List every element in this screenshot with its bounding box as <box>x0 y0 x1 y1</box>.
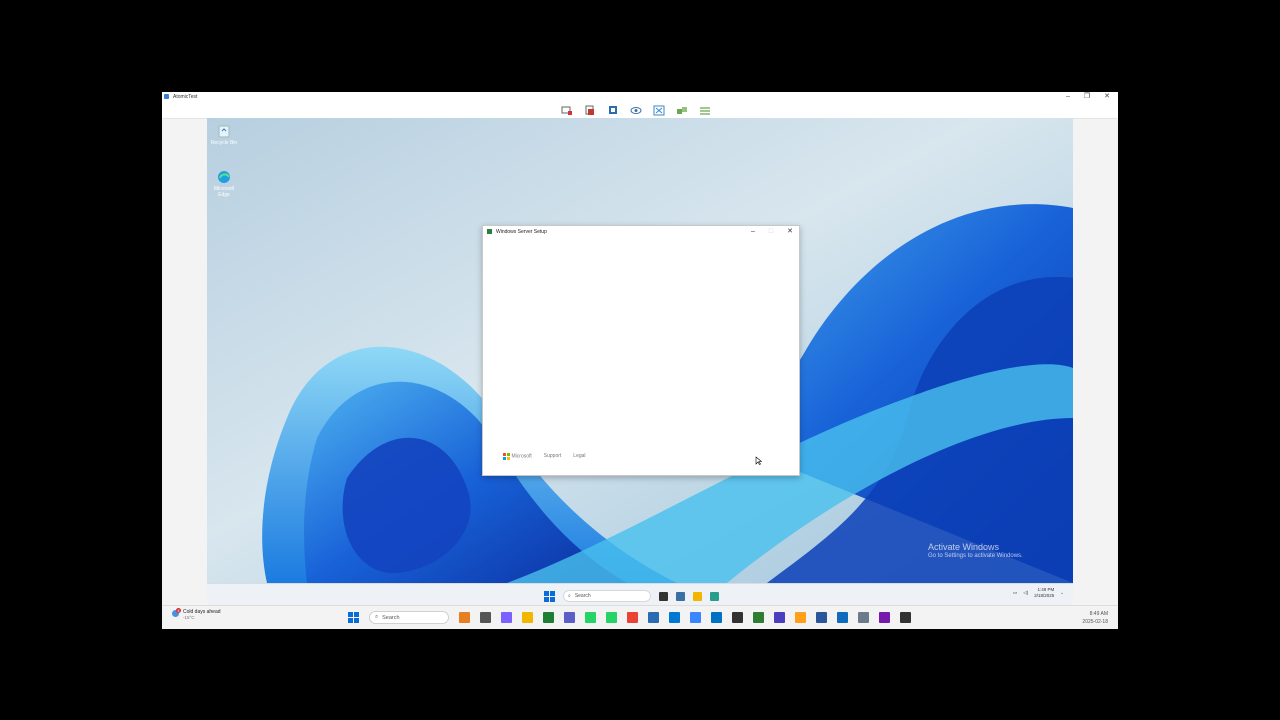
taskbar-app-icon[interactable] <box>879 612 890 623</box>
recycle-bin-icon <box>217 124 231 138</box>
activate-title: Activate Windows <box>928 542 1000 552</box>
taskbar-app-icon[interactable] <box>690 612 701 623</box>
host-clock[interactable]: 8:49 AM 2025-02-18 <box>1082 610 1108 626</box>
setup-maximize-button: □ <box>768 228 774 235</box>
search-icon: ⌕ <box>568 593 571 599</box>
edge-icon <box>217 170 231 184</box>
microsoft-label: Microsoft <box>511 453 532 460</box>
settings-icon[interactable] <box>698 104 711 116</box>
host-time: 8:49 AM <box>1089 611 1108 617</box>
taskbar-app-icon[interactable] <box>459 612 470 623</box>
host-search-box[interactable]: ⌕ Search <box>369 611 449 624</box>
weather-widget[interactable]: 4 Cold days ahead -15°C <box>172 608 221 620</box>
search-icon: ⌕ <box>375 614 379 620</box>
taskbar-app-icon[interactable] <box>711 612 722 623</box>
host-start-button[interactable] <box>348 612 359 623</box>
taskbar-app-icon[interactable] <box>564 612 575 623</box>
desktop-icon-label: Recycle Bin <box>210 140 238 146</box>
notification-icon[interactable]: ◔ <box>1060 591 1063 596</box>
setup-minimize-button[interactable]: – <box>751 226 755 238</box>
vm-screen: Recycle Bin Microsoft Edge Windows Serve… <box>207 118 1073 608</box>
volume-icon[interactable]: ◁) <box>1023 590 1028 596</box>
checkpoint-icon[interactable] <box>606 104 619 116</box>
desktop-icon-label: Microsoft Edge <box>213 186 235 198</box>
desktop-icon-edge[interactable]: Microsoft Edge <box>209 170 239 198</box>
setup-title: Windows Server Setup <box>496 229 547 235</box>
support-link[interactable]: Support <box>544 453 562 459</box>
host-taskbar: 4 Cold days ahead -15°C ⌕ Search 8:49 AM… <box>162 605 1118 629</box>
taskbar-app-icon[interactable] <box>900 612 911 623</box>
vm-search-placeholder: Search <box>574 593 591 599</box>
vm-date: 2/18/2025 <box>1034 593 1055 598</box>
taskbar-app-icon[interactable] <box>669 612 680 623</box>
desktop-icon-recycle-bin[interactable]: Recycle Bin <box>209 124 239 146</box>
taskbar-app-icon[interactable] <box>753 612 764 623</box>
activate-subtitle: Go to Settings to activate Windows. <box>928 553 1023 559</box>
taskbar-app-icon[interactable] <box>732 612 743 623</box>
app-icon <box>164 94 169 99</box>
task-view-icon[interactable] <box>659 591 668 601</box>
setup-title-bar: Windows Server Setup – □ ✕ <box>483 226 799 238</box>
mouse-cursor-icon <box>755 456 762 465</box>
setup-icon[interactable] <box>710 591 719 601</box>
host-search-placeholder: Search <box>382 614 400 621</box>
minimize-button[interactable]: – <box>1066 92 1070 102</box>
taskbar-app-icon[interactable] <box>774 612 785 623</box>
setup-dialog: Windows Server Setup – □ ✕ Microsoft Sup… <box>482 225 800 476</box>
setup-footer: Microsoft Support Legal <box>503 453 586 460</box>
weather-badge: 4 <box>176 608 181 613</box>
taskbar-app-icon[interactable] <box>627 612 638 623</box>
taskbar-app-icon[interactable] <box>543 612 554 623</box>
vm-clock[interactable]: 1:49 PM 2/18/2025 <box>1034 587 1054 599</box>
view-icon[interactable] <box>629 104 642 116</box>
weather-icon: 4 <box>172 608 181 617</box>
taskbar-app-icon[interactable] <box>795 612 806 623</box>
network-icon[interactable]: ▭ <box>1013 590 1017 596</box>
taskbar-app-icon[interactable] <box>480 612 491 623</box>
taskbar-app-icon[interactable] <box>606 612 617 623</box>
turn-off-icon[interactable] <box>583 104 596 116</box>
taskbar-app-icon[interactable] <box>837 612 848 623</box>
vm-connection-toolbar <box>162 102 1118 119</box>
ctrl-alt-del-icon[interactable] <box>560 104 573 116</box>
activate-windows-watermark: Activate Windows Go to Settings to activ… <box>928 542 1023 559</box>
weather-temp: -15°C <box>183 615 195 620</box>
host-title-bar: AtomicTest – ❐ ✕ <box>162 92 1118 102</box>
taskbar-app-icon[interactable] <box>858 612 869 623</box>
taskbar-app-icon[interactable] <box>648 612 659 623</box>
taskbar-app-icon[interactable] <box>585 612 596 623</box>
maximize-button[interactable]: ❐ <box>1084 92 1090 102</box>
file-explorer-icon[interactable] <box>693 591 702 601</box>
taskbar-app-icon[interactable] <box>501 612 512 623</box>
server-manager-icon[interactable] <box>676 591 685 601</box>
host-date: 2025-02-18 <box>1082 619 1108 625</box>
taskbar-app-icon[interactable] <box>522 612 533 623</box>
legal-link[interactable]: Legal <box>573 453 585 459</box>
start-button[interactable] <box>544 590 555 602</box>
host-window: AtomicTest – ❐ ✕ Recycle Bin Microsoft E… <box>162 92 1118 629</box>
close-button[interactable]: ✕ <box>1104 92 1110 102</box>
share-icon[interactable] <box>675 104 688 116</box>
vm-search-box[interactable]: ⌕ Search <box>563 590 651 602</box>
fullscreen-icon[interactable] <box>652 104 665 116</box>
host-window-title: AtomicTest <box>173 94 198 100</box>
microsoft-logo-icon <box>503 453 510 460</box>
setup-icon <box>487 229 492 234</box>
microsoft-brand: Microsoft <box>503 453 532 460</box>
setup-close-button[interactable]: ✕ <box>787 226 793 238</box>
taskbar-app-icon[interactable] <box>816 612 827 623</box>
